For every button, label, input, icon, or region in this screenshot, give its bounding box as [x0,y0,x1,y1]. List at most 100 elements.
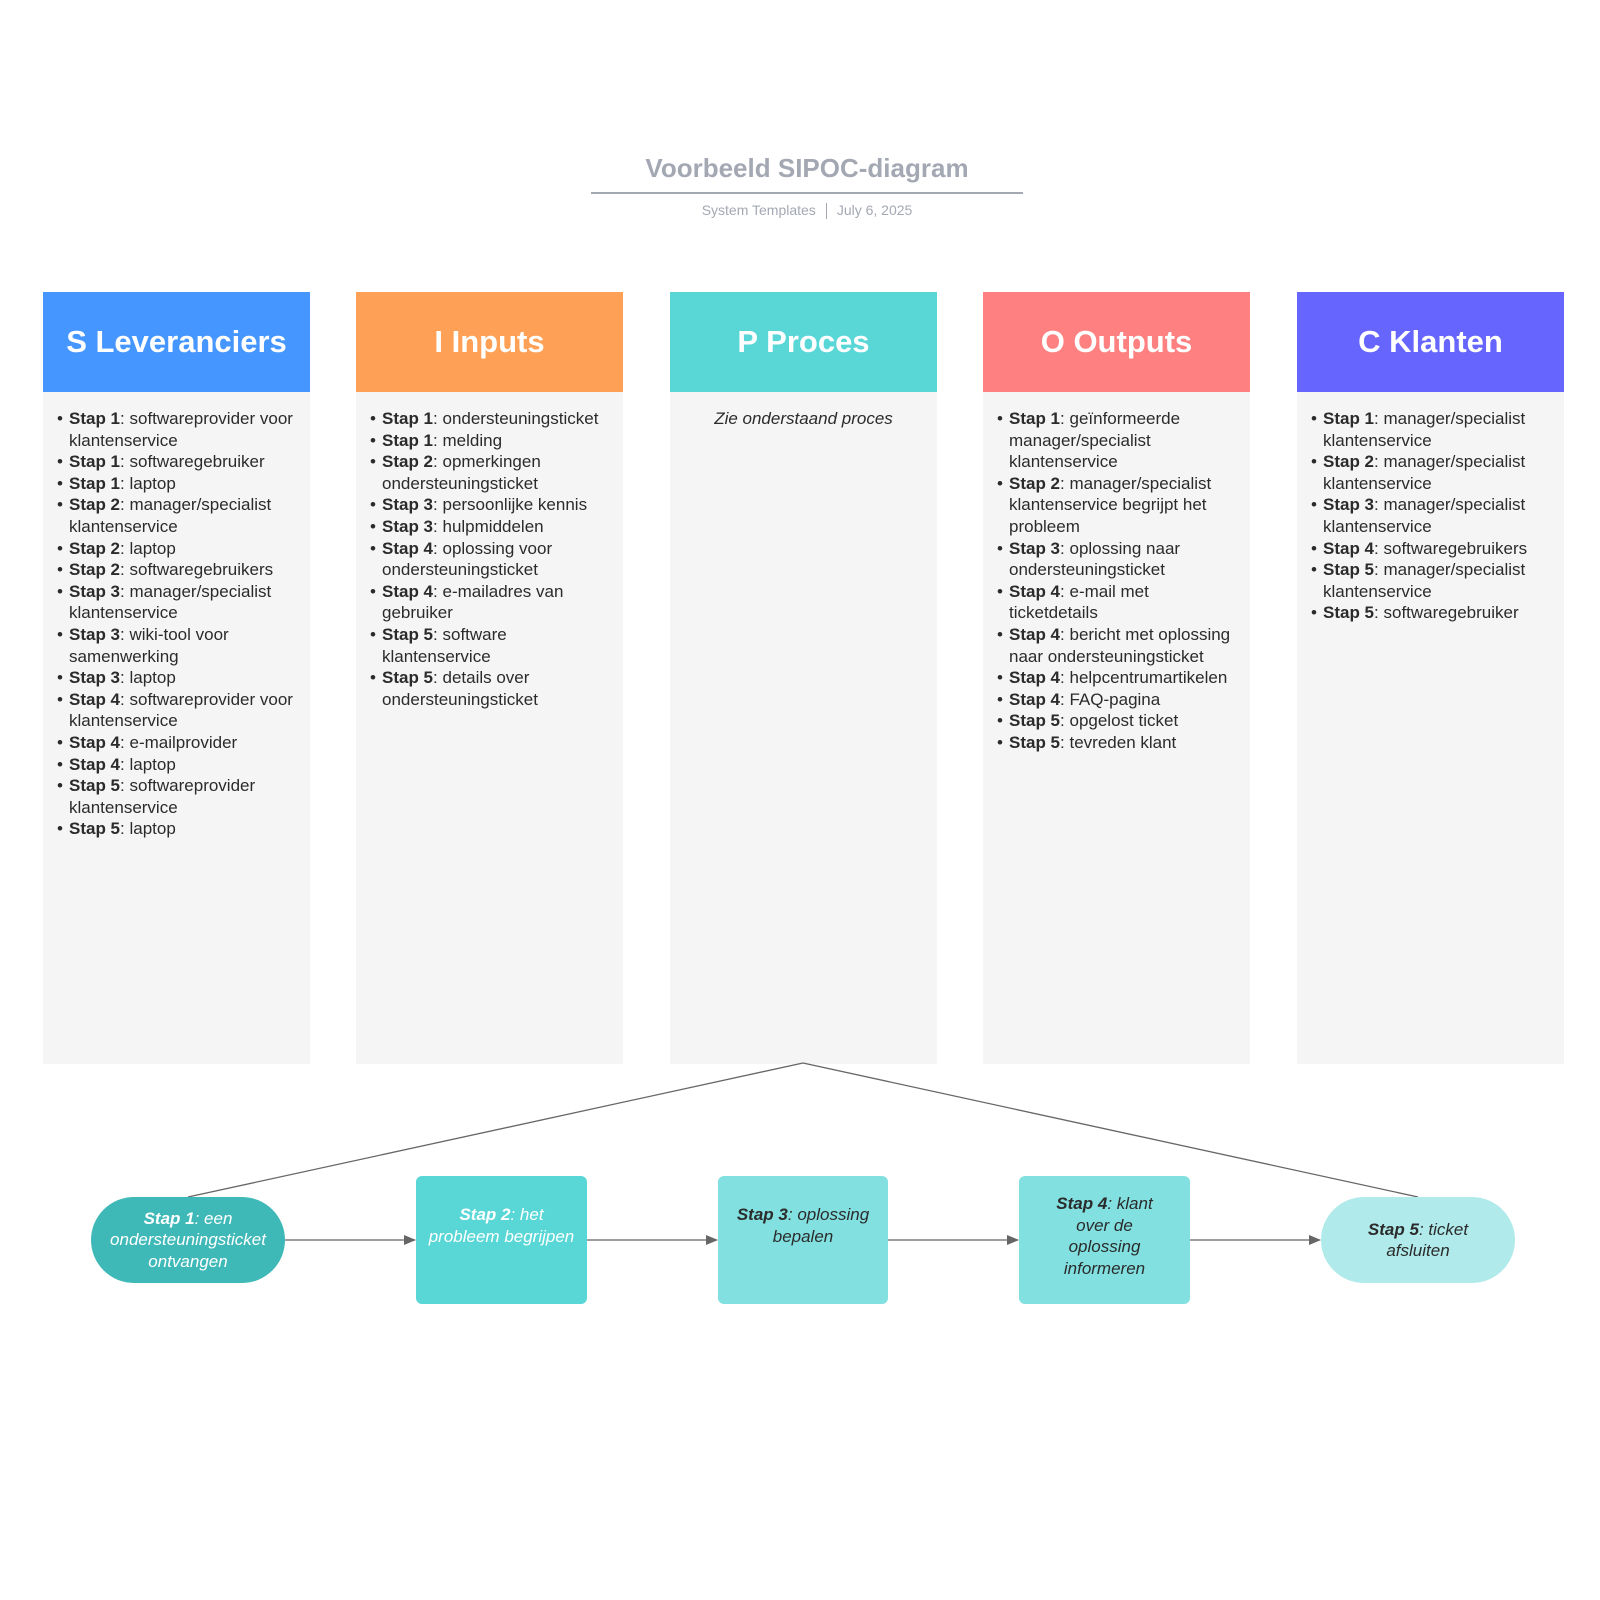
outputs-list: Stap 1: geïnformeerde manager/specialist… [997,408,1236,754]
step-label: Stap 5 [1323,560,1375,580]
process-step-2[interactable]: Stap 2: het probleem begrijpen [416,1176,587,1304]
item-text: laptop [124,754,176,774]
step-label: Stap 3 [1009,538,1061,558]
process-step-5[interactable]: Stap 5: ticket afsluiten [1321,1197,1515,1283]
column-header-suppliers: S Leveranciers [43,292,310,392]
step-label: Stap 3 [1323,495,1375,515]
step-label: Stap 4 [382,581,434,601]
list-item: Stap 4: softwareprovider voor klantenser… [57,689,296,732]
list-item: Stap 1: softwaregebruiker [57,451,296,473]
item-text: helpcentrumartikelen [1064,668,1228,688]
step-label: Stap 5 [382,624,434,644]
list-item: Stap 4: softwaregebruikers [1311,538,1550,560]
step-label: Stap 1 [1323,409,1375,428]
step-label: Stap 5 [69,776,121,796]
step-1-text: Stap 1: een ondersteuningsticket ontvang… [110,1208,266,1271]
column-customers: C Klanten Stap 1: manager/specialist kla… [1297,292,1564,1064]
list-item: Stap 5: opgelost ticket [997,710,1236,732]
step-label: Stap 4 [1009,689,1061,709]
step-label: Stap 4 [382,538,434,558]
item-text: tevreden klant [1064,732,1177,752]
step-label: Stap 2 [69,560,121,580]
column-suppliers: S Leveranciers Stap 1: softwareprovider … [43,292,310,1064]
step-label: Stap 1 [382,430,434,450]
meta-divider [825,203,827,220]
list-item: Stap 2: laptop [57,538,296,560]
list-item: Stap 3: manager/specialist klantenservic… [1311,494,1550,537]
column-header-outputs: O Outputs [983,292,1250,392]
step-label: Stap 1 [69,409,121,428]
list-item: Stap 2: manager/specialist klantenservic… [1311,451,1550,494]
step-label: Stap 4 [1009,624,1061,644]
list-item: Stap 1: manager/specialist klantenservic… [1311,408,1550,451]
item-text: FAQ-pagina [1064,689,1161,709]
step-label: Stap 1 [69,473,121,493]
step-label: Stap 3 [69,624,121,644]
item-text: softwaregebruikers [124,560,274,580]
step-label: Stap 2 [1009,473,1061,493]
list-item: Stap 5: softwareprovider klantenservice [57,775,296,818]
item-text: persoonlijke kennis [437,495,588,515]
list-item: Stap 5: details over ondersteuningsticke… [370,667,609,710]
process-step-4[interactable]: Stap 4: klant over de oplossing informer… [1019,1176,1190,1304]
step-label: Stap 4 [69,754,121,774]
item-text: laptop [124,538,176,558]
list-item: Stap 3: oplossing naar ondersteuningstic… [997,538,1236,581]
step-label: Stap 4 [1323,538,1375,558]
process-step-1[interactable]: Stap 1: een ondersteuningsticket ontvang… [91,1197,285,1283]
column-process: P Proces Zie onderstaand proces [670,292,937,1064]
step-label: Stap 2 [69,495,121,515]
step-label: Stap 3 [382,516,434,536]
process-note: Zie onderstaand proces [714,409,893,428]
item-text: softwaregebruiker [124,452,265,472]
date: July 6, 2025 [836,202,913,218]
list-item: Stap 1: melding [370,430,609,452]
step-label: Stap 1 [382,409,434,428]
list-item: Stap 4: oplossing voor ondersteuningstic… [370,538,609,581]
step-label: Stap 1 [69,452,121,472]
step-3-text: Stap 3: oplossing bepalen [736,1205,870,1246]
list-item: Stap 4: e-mailadres van gebruiker [370,581,609,624]
list-item: Stap 4: helpcentrumartikelen [997,667,1236,689]
list-item: Stap 2: manager/specialist klantenservic… [997,473,1236,538]
list-item: Stap 4: e-mailprovider [57,732,296,754]
list-item: Stap 5: software klantenservice [370,624,609,667]
step-label: Stap 4 [1009,668,1061,688]
document-meta: System Templates July 6, 2025 [591,202,1023,220]
list-item: Stap 1: softwareprovider voor klantenser… [57,408,296,451]
item-text: softwaregebruikers [1378,538,1528,558]
item-text: softwaregebruiker [1378,603,1519,623]
list-item: Stap 3: hulpmiddelen [370,516,609,538]
step-5-text: Stap 5: ticket afsluiten [1367,1219,1469,1261]
item-text: ondersteuningsticket [437,409,599,428]
list-item: Stap 5: manager/specialist klantenservic… [1311,559,1550,602]
list-item: Stap 5: softwaregebruiker [1311,602,1550,624]
column-outputs: O Outputs Stap 1: geïnformeerde manager/… [983,292,1250,1064]
column-header-process: P Proces [670,292,937,392]
step-label: Stap 4 [69,689,121,709]
list-item: Stap 3: wiki-tool voor samenwerking [57,624,296,667]
item-text: e-mailprovider [124,732,238,752]
list-item: Stap 5: tevreden klant [997,732,1236,754]
customers-list: Stap 1: manager/specialist klantenservic… [1311,408,1550,624]
step-label: Stap 3 [69,581,121,601]
list-item: Stap 4: e-mail met ticketdetails [997,581,1236,624]
step-label: Stap 2 [69,538,121,558]
process-step-3[interactable]: Stap 3: oplossing bepalen [718,1176,888,1304]
step-label: Stap 4 [69,732,121,752]
step-label: Stap 5 [1009,711,1061,731]
page-title: Voorbeeld SIPOC-diagram [645,153,969,183]
list-item: Stap 4: FAQ-pagina [997,689,1236,711]
list-item: Stap 2: opmerkingen ondersteuningsticket [370,451,609,494]
step-label: Stap 3 [69,668,121,688]
list-item: Stap 2: softwaregebruikers [57,559,296,581]
item-text: opgelost ticket [1064,711,1179,731]
list-item: Stap 4: bericht met oplossing naar onder… [997,624,1236,667]
list-item: Stap 2: manager/specialist klantenservic… [57,494,296,537]
step-label: Stap 2 [382,452,434,472]
author: System Templates [701,202,816,218]
list-item: Stap 1: ondersteuningsticket [370,408,609,430]
step-label: Stap 4 [1009,581,1061,601]
list-item: Stap 3: laptop [57,667,296,689]
document-header: Voorbeeld SIPOC-diagram System Templates… [591,150,1023,220]
